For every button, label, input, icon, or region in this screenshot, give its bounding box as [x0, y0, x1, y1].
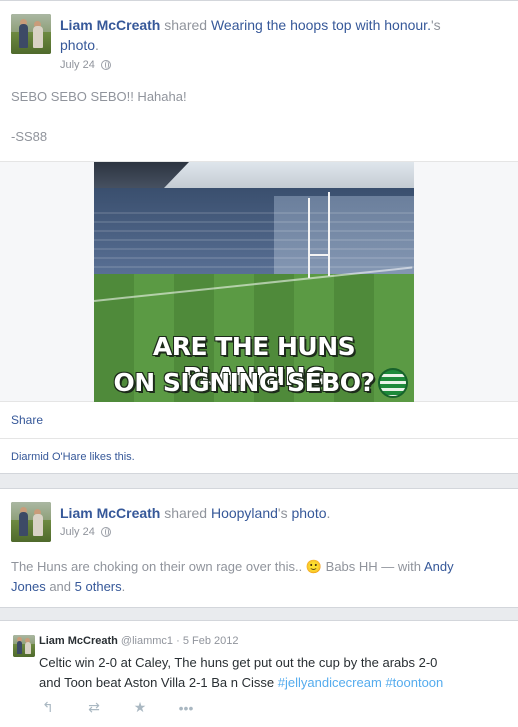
shared-word: shared [164, 505, 208, 521]
shared-word: shared [164, 17, 208, 33]
share-button[interactable]: Share [11, 413, 43, 427]
photo-link[interactable]: photo [291, 505, 326, 521]
hashtag-link[interactable]: #jellyandicecream [278, 675, 382, 690]
post-text-tail: Babs HH — with [325, 559, 422, 574]
post-header: Liam McCreath shared Hoopyland's photo. [60, 503, 330, 523]
likes-text[interactable]: Diarmid O'Hare likes this. [11, 451, 135, 463]
shared-photo[interactable]: ARE THE HUNS PLANNING ON SIGNING SEBO? [94, 162, 414, 402]
tweet-text: Celtic win 2-0 at Caley, The huns get pu… [39, 653, 509, 693]
possessive: 's [430, 17, 441, 33]
tweet-avatar[interactable] [13, 635, 35, 657]
period: . [95, 37, 99, 53]
tweet-text-line2: and Toon beat Aston Villa 2-1 Ba n Cisse [39, 675, 275, 690]
author-avatar[interactable] [11, 14, 51, 54]
post-text-line2: -SS88 [11, 129, 48, 144]
and-word: and [49, 579, 72, 594]
author-avatar[interactable] [11, 502, 51, 542]
post-date[interactable]: July 24 [60, 526, 95, 538]
tweet-card: Liam McCreath @liammc1 · 5 Feb 2012 Celt… [0, 620, 518, 727]
favorite-icon[interactable]: ★ [132, 699, 148, 716]
meme-caption-line2: ON SIGNING SEBO? [113, 368, 375, 397]
post-card-1: Liam McCreath shared Wearing the hoops t… [0, 0, 518, 474]
post-text: The Huns are choking on their own rage o… [11, 557, 501, 597]
author-name[interactable]: Liam McCreath [60, 17, 160, 33]
author-name[interactable]: Liam McCreath [60, 505, 160, 521]
retweet-icon[interactable]: ⇄ [86, 699, 102, 716]
photo-link[interactable]: photo [60, 37, 95, 53]
more-icon[interactable]: ••• [178, 700, 194, 716]
tweet-author[interactable]: Liam McCreath [39, 635, 118, 647]
possessive: 's [277, 505, 288, 521]
reply-icon[interactable]: ↰ [40, 699, 56, 716]
hashtag-link[interactable]: #toontoon [385, 675, 443, 690]
others-link[interactable]: 5 others [75, 579, 122, 594]
post-date[interactable]: July 24 [60, 59, 95, 71]
tweet-handle[interactable]: @liammc1 [121, 635, 173, 647]
post-text-main: The Huns are choking on their own rage o… [11, 559, 303, 574]
globe-icon [100, 60, 111, 70]
globe-icon [100, 527, 111, 537]
tweet-header: Liam McCreath @liammc1 · 5 Feb 2012 [39, 635, 238, 647]
post-meta: July 24 [60, 59, 111, 71]
smile-emoji-icon: 🙂 [305, 559, 323, 574]
photo-container: ARE THE HUNS PLANNING ON SIGNING SEBO? [0, 161, 518, 402]
tweet-text-line1: Celtic win 2-0 at Caley, The huns get pu… [39, 655, 438, 670]
post-meta: July 24 [60, 526, 111, 538]
club-crest-icon [378, 368, 408, 398]
post-card-2: Liam McCreath shared Hoopyland's photo. … [0, 488, 518, 608]
post-header: Liam McCreath shared Wearing the hoops t… [60, 15, 441, 55]
divider [0, 438, 518, 439]
tweet-actions: ↰ ⇄ ★ ••• [40, 699, 194, 716]
tweet-date[interactable]: · 5 Feb 2012 [176, 635, 238, 647]
tagged-person-link-cont[interactable]: Jones [11, 579, 46, 594]
tagged-person-link[interactable]: Andy [424, 559, 454, 574]
end-period: . [121, 579, 126, 594]
page-link[interactable]: Hoopyland [211, 505, 278, 521]
post-text-line1: SEBO SEBO SEBO!! Hahaha! [11, 89, 187, 104]
period: . [326, 505, 331, 521]
page-link[interactable]: Wearing the hoops top with honour. [211, 17, 431, 33]
